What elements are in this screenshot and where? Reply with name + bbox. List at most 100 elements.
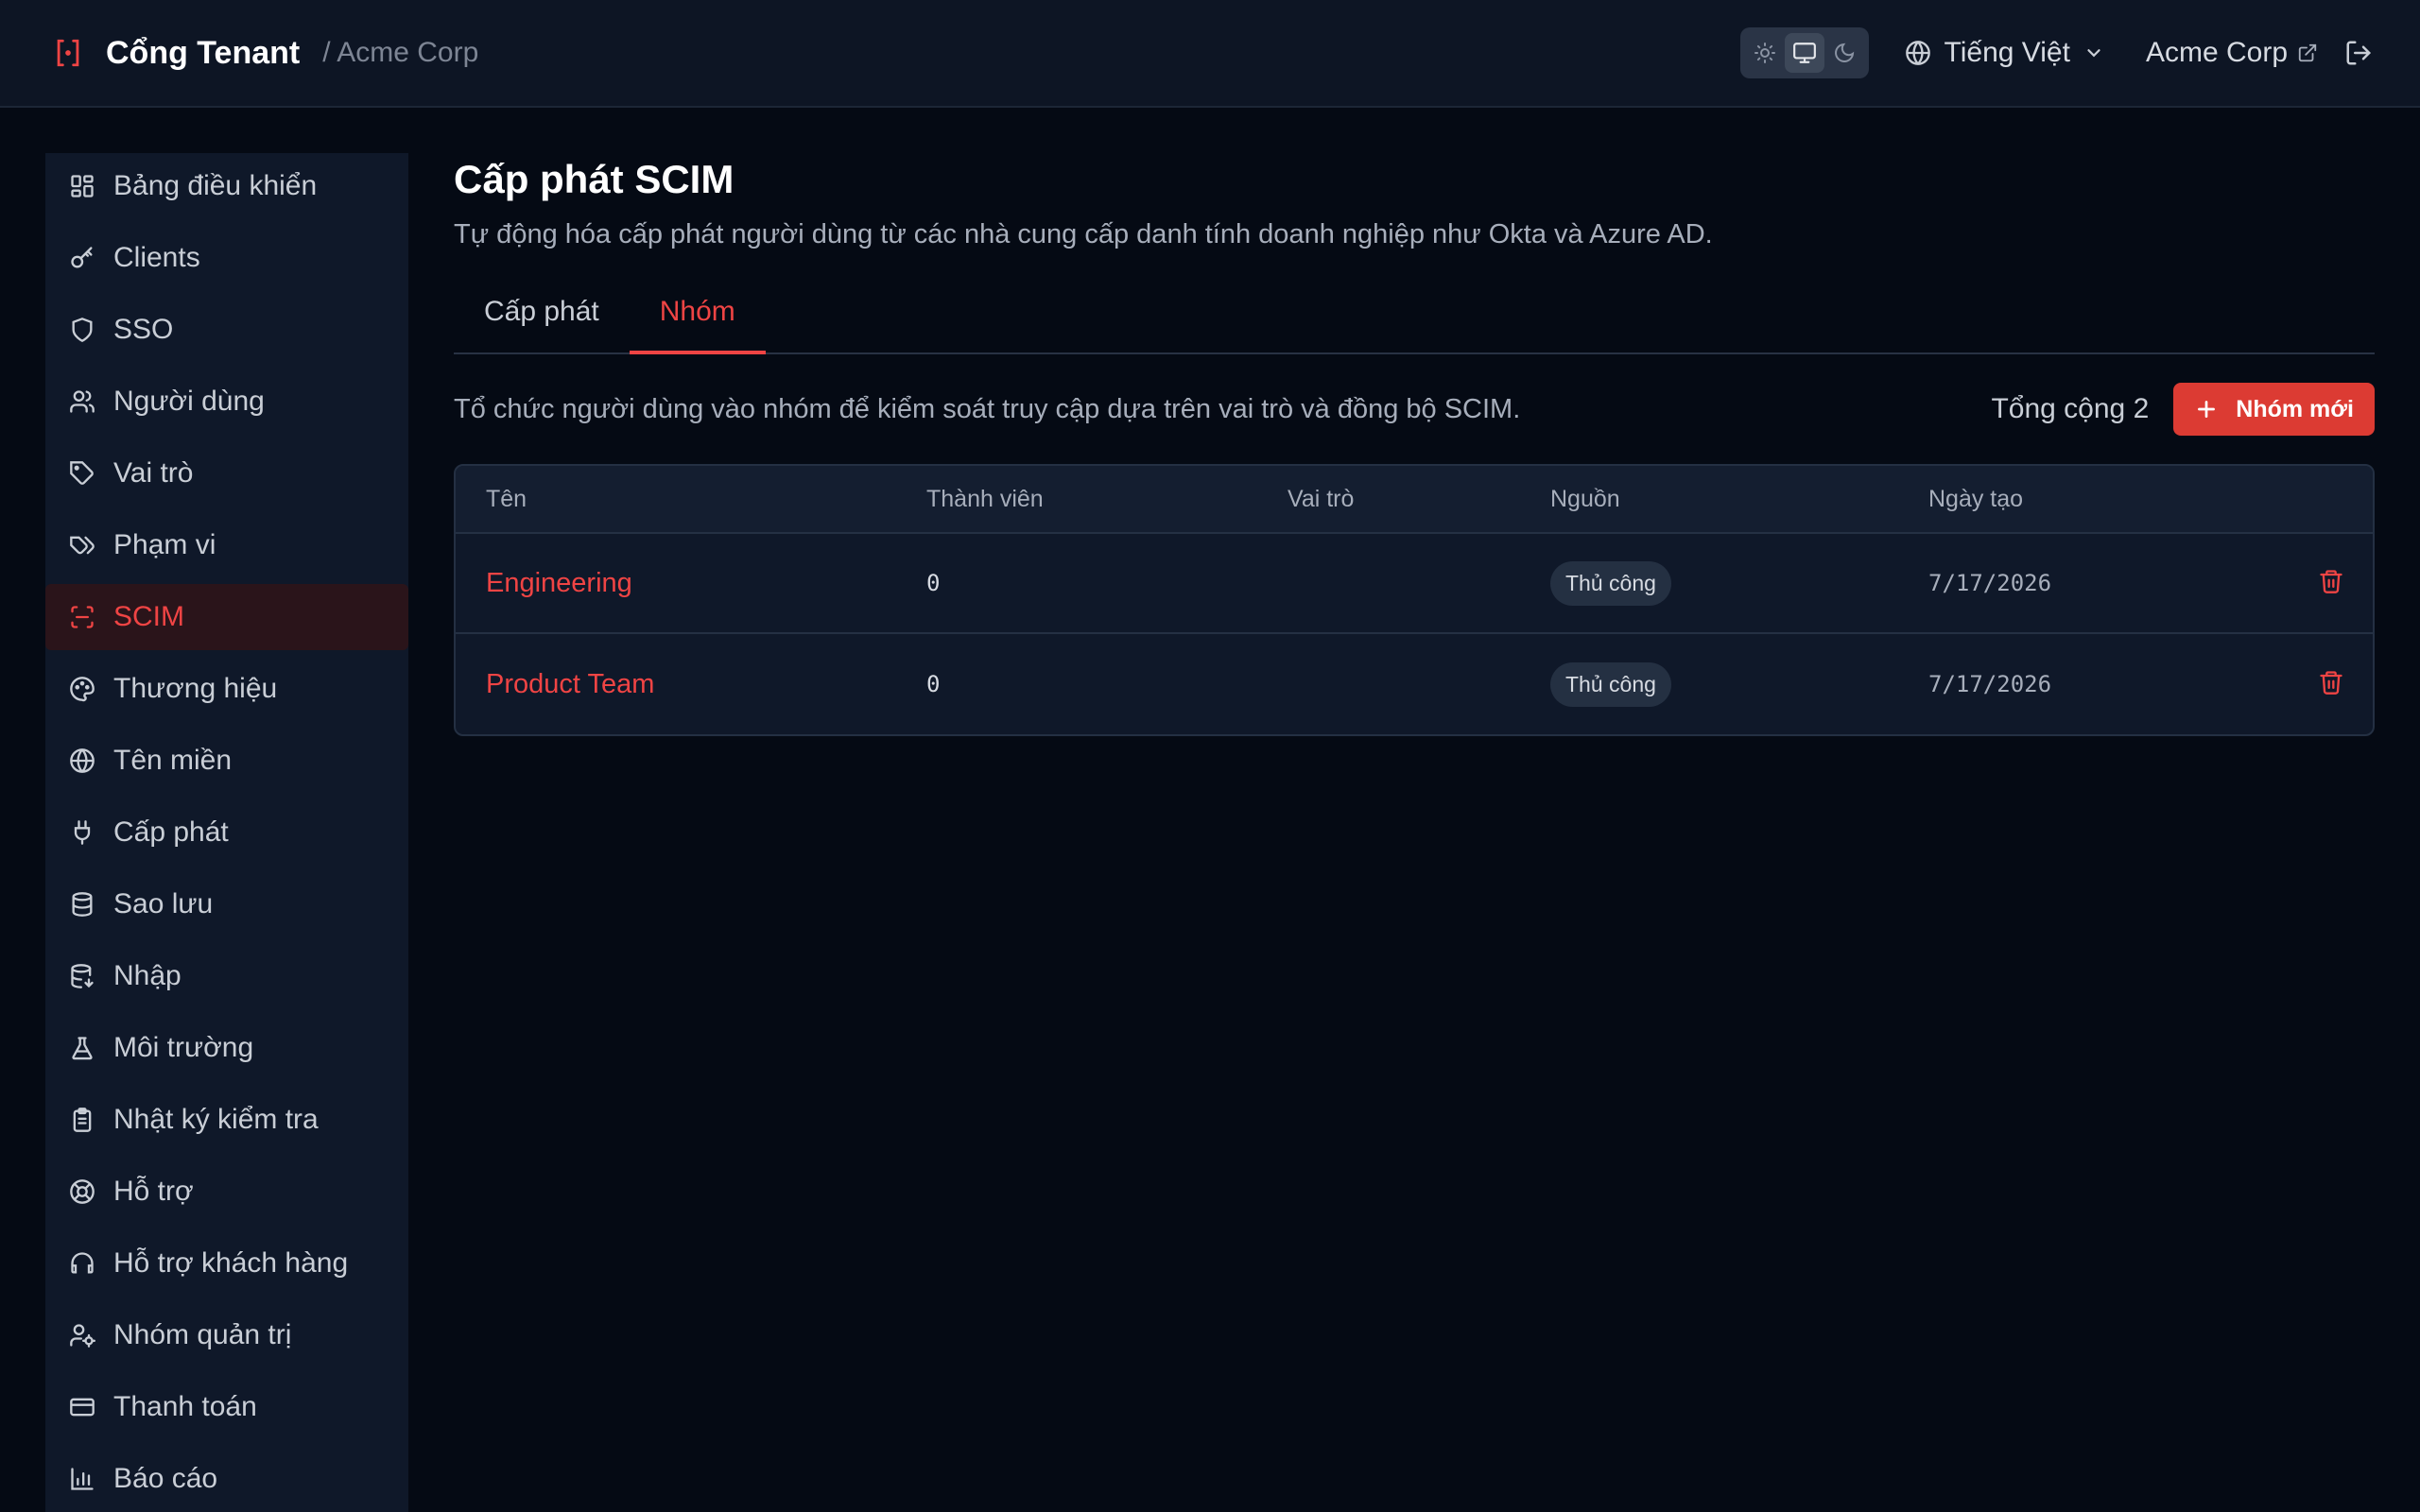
language-selector[interactable]: Tiếng Việt xyxy=(1905,37,2104,69)
plug-icon xyxy=(68,818,96,847)
logout-icon xyxy=(2346,41,2372,65)
sidebar-item-label: Nhập xyxy=(113,960,182,991)
bar-chart-icon xyxy=(68,1465,96,1493)
sidebar-item-label: Tên miền xyxy=(113,745,233,776)
sidebar-item-label: Nhật ký kiểm tra xyxy=(113,1104,319,1135)
sidebar-item-import[interactable]: Nhập xyxy=(45,943,408,1009)
system-theme-button[interactable] xyxy=(1784,33,1824,73)
table-row: Product Team 0 Thủ công 7/17/2026 xyxy=(456,634,2373,734)
database-icon xyxy=(68,890,96,919)
sidebar-item-scim[interactable]: SCIM xyxy=(45,584,408,650)
sidebar-item-roles[interactable]: Vai trò xyxy=(45,440,408,507)
delete-group-button[interactable] xyxy=(2318,568,2344,599)
created-date: 7/17/2026 xyxy=(1928,570,2052,596)
sidebar-item-scopes[interactable]: Phạm vi xyxy=(45,512,408,578)
sidebar-item-support[interactable]: Hỗ trợ xyxy=(45,1159,408,1225)
credit-card-icon xyxy=(68,1393,96,1421)
sidebar-item-label: Cấp phát xyxy=(113,816,229,848)
sidebar-item-label: SSO xyxy=(113,314,174,345)
headset-icon xyxy=(68,1249,96,1278)
group-name-link[interactable]: Engineering xyxy=(456,568,926,599)
scan-logo-icon xyxy=(51,36,85,70)
sidebar-item-label: Sao lưu xyxy=(113,888,214,919)
column-header-created[interactable]: Ngày tạo xyxy=(1928,486,2250,513)
org-external-link[interactable]: Acme Corp xyxy=(2146,37,2318,69)
sidebar-item-sso[interactable]: SSO xyxy=(45,297,408,363)
sidebar-item-provisioning[interactable]: Cấp phát xyxy=(45,799,408,866)
source-badge: Thủ công xyxy=(1550,662,1671,707)
source-badge: Thủ công xyxy=(1550,560,1671,606)
page-description: Tự động hóa cấp phát người dùng từ các n… xyxy=(454,219,1713,249)
sidebar-item-label: Thương hiệu xyxy=(113,673,278,704)
sidebar-item-audit-log[interactable]: Nhật ký kiểm tra xyxy=(45,1087,408,1153)
total-count: Tổng cộng 2 xyxy=(1991,393,2150,424)
monitor-icon xyxy=(1792,43,1816,63)
new-group-label: Nhóm mới xyxy=(2236,395,2354,422)
sidebar-item-label: Phạm vi xyxy=(113,529,216,560)
member-count: 0 xyxy=(926,671,941,697)
scan-icon xyxy=(68,603,96,631)
tab-bar: Cấp phát Nhóm xyxy=(454,288,2375,354)
table-row: Engineering 0 Thủ công 7/17/2026 xyxy=(456,534,2373,634)
page-title: Cấp phát SCIM xyxy=(454,157,735,201)
sidebar-item-label: SCIM xyxy=(113,601,184,632)
external-link-icon xyxy=(2298,43,2317,62)
created-date: 7/17/2026 xyxy=(1928,671,2052,697)
logout-button[interactable] xyxy=(2344,39,2373,67)
sidebar-item-label: Hỗ trợ khách hàng xyxy=(113,1247,349,1279)
sidebar-item-billing[interactable]: Thanh toán xyxy=(45,1374,408,1440)
sidebar-item-customer-support[interactable]: Hỗ trợ khách hàng xyxy=(45,1230,408,1297)
sidebar: Bảng điều khiển Clients SSO Người dùng V… xyxy=(45,153,408,1512)
sidebar-item-clients[interactable]: Clients xyxy=(45,225,408,291)
clipboard-icon xyxy=(68,1106,96,1134)
sidebar-item-environments[interactable]: Môi trường xyxy=(45,1015,408,1081)
sun-icon xyxy=(1754,43,1775,63)
language-label: Tiếng Việt xyxy=(1944,37,2070,68)
column-header-source[interactable]: Nguồn xyxy=(1550,486,1928,513)
database-import-icon xyxy=(68,962,96,990)
new-group-button[interactable]: Nhóm mới xyxy=(2173,383,2375,436)
sidebar-item-users[interactable]: Người dùng xyxy=(45,369,408,435)
column-header-members[interactable]: Thành viên xyxy=(926,486,1288,513)
column-header-name[interactable]: Tên xyxy=(456,486,926,513)
lifebuoy-icon xyxy=(68,1177,96,1206)
sidebar-item-reports[interactable]: Báo cáo xyxy=(45,1446,408,1512)
sidebar-item-admin-groups[interactable]: Nhóm quản trị xyxy=(45,1302,408,1368)
brand-name: Cổng Tenant xyxy=(106,34,301,71)
sidebar-item-dashboard[interactable]: Bảng điều khiển xyxy=(45,153,408,219)
main-content: Cấp phát SCIM Tự động hóa cấp phát người… xyxy=(454,153,2375,736)
palette-icon xyxy=(68,675,96,703)
groups-description: Tổ chức người dùng vào nhóm để kiểm soát… xyxy=(454,393,1521,424)
tags-icon xyxy=(68,531,96,559)
key-icon xyxy=(68,244,96,272)
trash-icon xyxy=(2320,569,2342,593)
groups-table: Tên Thành viên Vai trò Nguồn Ngày tạo En… xyxy=(454,464,2375,736)
sidebar-item-label: Hỗ trợ xyxy=(113,1176,194,1207)
sidebar-item-label: Bảng điều khiển xyxy=(113,170,318,201)
breadcrumb-org: / Acme Corp xyxy=(322,37,479,68)
member-count: 0 xyxy=(926,570,941,596)
moon-icon xyxy=(1834,43,1854,62)
tab-groups[interactable]: Nhóm xyxy=(629,288,766,354)
theme-switcher xyxy=(1739,27,1869,78)
dashboard-icon xyxy=(68,172,96,200)
user-cog-icon xyxy=(68,1321,96,1349)
sidebar-item-label: Báo cáo xyxy=(113,1463,218,1494)
sidebar-item-branding[interactable]: Thương hiệu xyxy=(45,656,408,722)
globe-icon xyxy=(68,747,96,775)
chevron-down-icon xyxy=(2087,49,2100,58)
group-name-link[interactable]: Product Team xyxy=(456,669,926,700)
column-header-roles[interactable]: Vai trò xyxy=(1288,486,1550,513)
sidebar-item-domains[interactable]: Tên miền xyxy=(45,728,408,794)
sidebar-item-label: Môi trường xyxy=(113,1032,254,1063)
light-theme-button[interactable] xyxy=(1745,33,1785,73)
sidebar-item-label: Clients xyxy=(113,242,200,273)
shield-icon xyxy=(68,316,96,344)
dark-theme-button[interactable] xyxy=(1824,33,1864,73)
sidebar-item-label: Nhóm quản trị xyxy=(113,1319,292,1350)
delete-group-button[interactable] xyxy=(2318,669,2344,700)
sidebar-item-backup[interactable]: Sao lưu xyxy=(45,871,408,937)
tab-provisioning[interactable]: Cấp phát xyxy=(454,288,630,354)
sidebar-item-label: Thanh toán xyxy=(113,1391,257,1422)
plus-icon xyxy=(2194,397,2219,421)
